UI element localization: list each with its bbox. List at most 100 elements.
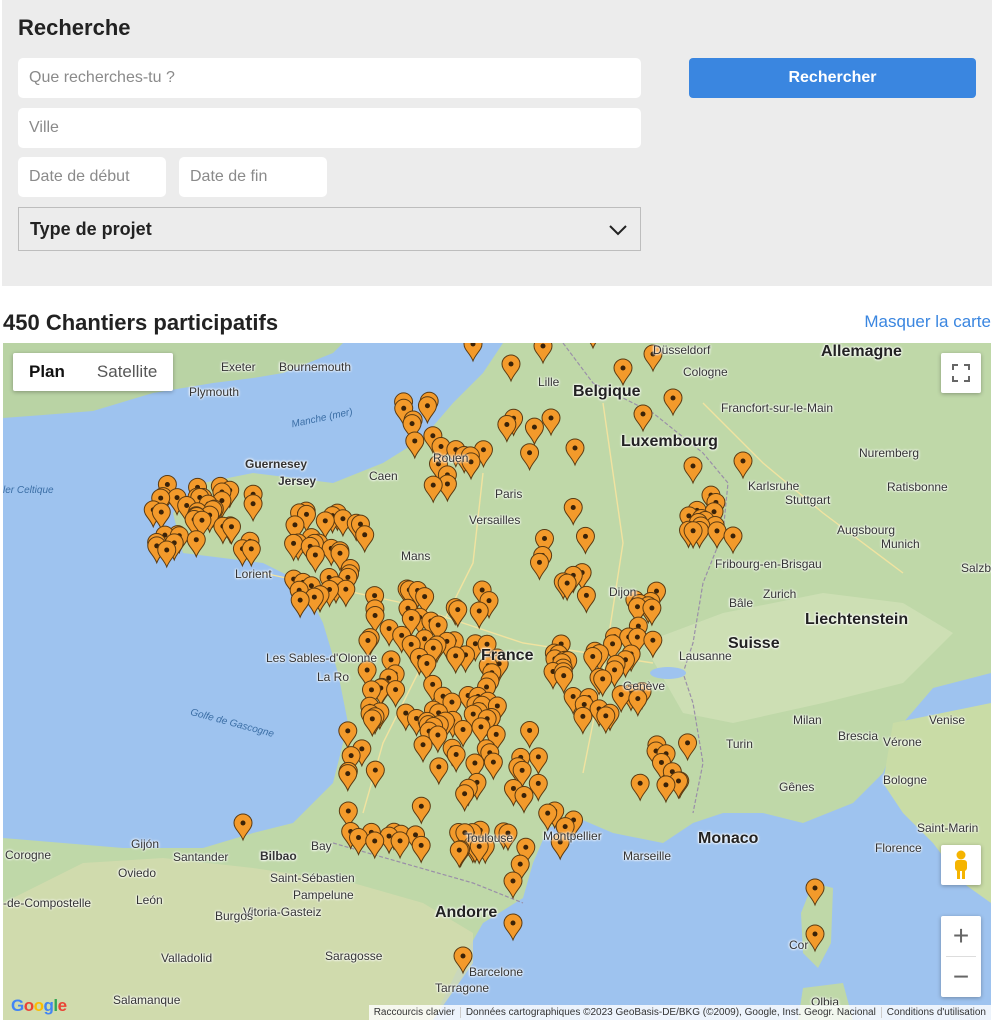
project-type-select[interactable]: Type de projet (18, 207, 641, 251)
map-label: Zurich (763, 587, 797, 601)
map-label: Dijon (609, 585, 637, 599)
map-marker-dot (436, 764, 442, 770)
map-marker-dot (424, 660, 430, 666)
map-marker-dot (730, 533, 736, 539)
map-label: Karlsruhe (748, 479, 800, 493)
map-marker-dot (685, 740, 691, 746)
street-view-button[interactable] (941, 845, 981, 885)
map-marker-dot (430, 433, 436, 439)
map-marker-dot (545, 810, 551, 816)
map-marker-dot (640, 411, 646, 417)
map-marker-dot (424, 403, 430, 409)
map-marker-dot (413, 832, 419, 838)
map-label: Jersey (278, 474, 317, 488)
map-marker-dot (490, 759, 496, 765)
map-marker-dot (403, 710, 409, 716)
project-type-label: Type de projet (30, 218, 152, 239)
map-marker-dot (311, 594, 317, 600)
fullscreen-button[interactable] (941, 353, 981, 393)
map-label: Venise (929, 713, 966, 727)
map-label: Vérone (883, 735, 922, 749)
map-marker-dot (460, 953, 466, 959)
map-label: Salzb (961, 561, 991, 575)
map-marker-dot (519, 767, 525, 773)
map-marker-dot (540, 343, 546, 349)
map-marker-dot (484, 641, 490, 647)
map-marker-dot (670, 395, 676, 401)
map-marker-dot (494, 703, 500, 709)
map-marker-dot (635, 696, 641, 702)
map-marker-dot (297, 597, 303, 603)
city-input[interactable]: Ville (18, 108, 641, 148)
map-marker-dot (240, 820, 246, 826)
map-label: Francfort-sur-le-Main (721, 401, 834, 415)
map-label: Barcelone (469, 965, 524, 979)
map-marker-dot (337, 550, 343, 556)
map-marker-dot (372, 838, 378, 844)
zoom-control: + − (941, 916, 981, 997)
map-marker-dot (521, 792, 527, 798)
map-marker-dot (535, 780, 541, 786)
map-label: Caen (369, 469, 398, 483)
terms-link[interactable]: Conditions d'utilisation (880, 1007, 991, 1018)
map-marker-dot (372, 767, 378, 773)
map-marker[interactable] (503, 913, 523, 942)
map-marker-dot (476, 608, 482, 614)
map-label: Lausanne (679, 649, 732, 663)
map-marker-dot (541, 536, 547, 542)
map-label: Cor (789, 938, 809, 952)
map-marker-dot (292, 522, 298, 528)
zoom-out-button[interactable]: − (941, 957, 981, 997)
map-marker-dot (740, 458, 746, 464)
map-marker-dot (456, 847, 462, 853)
map-marker-dot (478, 724, 484, 730)
pegman-icon (955, 850, 967, 879)
map-marker-dot (372, 612, 378, 618)
map-marker-dot (250, 501, 256, 507)
map-marker-dot (348, 753, 354, 759)
search-button[interactable]: Rechercher (689, 58, 976, 98)
map[interactable]: Allemagne Belgique Luxembourg France Sui… (3, 343, 991, 1020)
start-date-input[interactable]: Date de début (18, 157, 166, 197)
map-marker-dot (650, 637, 656, 643)
map-label: Salamanque (113, 993, 181, 1007)
map-label: Florence (875, 841, 922, 855)
chevron-down-icon (609, 225, 627, 236)
map-marker-dot (582, 533, 588, 539)
map-marker-dot (393, 687, 399, 693)
map-marker-dot (690, 528, 696, 534)
map-marker-dot (438, 444, 444, 450)
map-marker[interactable] (151, 502, 171, 531)
hide-map-link[interactable]: Masquer la carte (864, 312, 991, 332)
map-label: Exeter (221, 360, 256, 374)
map-marker-dot (711, 509, 717, 515)
google-logo: Google (11, 996, 67, 1015)
map-label: Allemagne (821, 343, 902, 360)
map-marker-dot (364, 667, 370, 673)
map-marker-dot (479, 587, 485, 593)
map-marker[interactable] (157, 540, 177, 569)
map-label: Stuttgart (785, 493, 831, 507)
map-marker-dot (164, 547, 170, 553)
map-marker-dot (510, 878, 516, 884)
map-marker-dot (193, 537, 199, 543)
map-data-attribution: Données cartographiques ©2023 GeoBasis-D… (459, 1007, 881, 1018)
map-label: Monaco (698, 830, 759, 847)
map-label: Les Sables-d'Olonne (266, 651, 378, 665)
map-marker[interactable] (290, 590, 310, 619)
end-date-input[interactable]: Date de fin (179, 157, 327, 197)
map-type-plan[interactable]: Plan (13, 353, 81, 391)
map-marker-dot (164, 482, 170, 488)
zoom-in-button[interactable]: + (941, 916, 981, 956)
map-marker-dot (536, 559, 542, 565)
map-type-satellite[interactable]: Satellite (81, 353, 173, 391)
map-marker-dot (637, 780, 643, 786)
map-marker-dot (228, 524, 234, 530)
map-marker-dot (510, 920, 516, 926)
map-marker-dot (561, 673, 567, 679)
map-label: Liechtenstein (805, 611, 909, 628)
map-label: Fribourg-en-Brisgau (715, 557, 822, 571)
keyboard-shortcuts-link[interactable]: Raccourcis clavier (369, 1007, 460, 1018)
map-marker-dot (362, 532, 368, 538)
search-input[interactable]: Que recherches-tu ? (18, 58, 641, 98)
